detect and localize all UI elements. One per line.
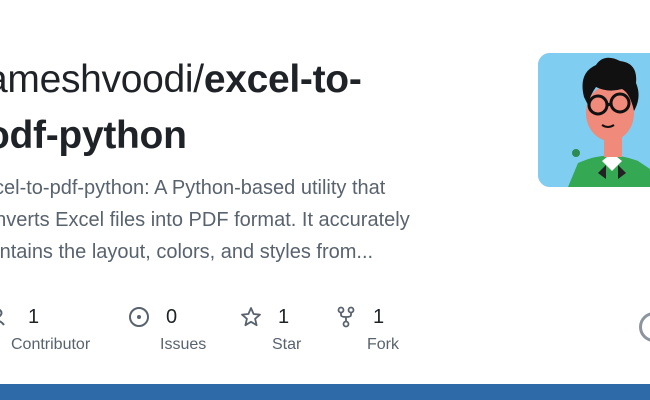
stat-contributors[interactable]: 1 Contributor — [0, 300, 90, 354]
avatar-illustration — [538, 53, 650, 187]
fork-icon — [335, 306, 357, 328]
repo-description: xcel-to-pdf-python: A Python-based utili… — [0, 172, 484, 268]
forks-label: Fork — [367, 336, 399, 353]
description-line-3: aintains the layout, colors, and styles … — [0, 241, 374, 263]
repo-owner[interactable]: ameshvoodi/ — [0, 58, 204, 101]
stat-stars[interactable]: 1 Star — [240, 300, 301, 354]
people-icon — [0, 306, 12, 328]
contributors-count: 1 — [28, 305, 40, 328]
stat-issues[interactable]: 0 Issues — [128, 300, 206, 354]
language-bar — [0, 384, 650, 400]
stars-count: 1 — [278, 305, 290, 328]
owner-avatar[interactable] — [538, 53, 650, 187]
issue-icon — [128, 306, 150, 328]
contributors-label: Contributor — [11, 336, 91, 353]
issues-count: 0 — [166, 305, 178, 328]
repo-name-part1[interactable]: excel-to- — [204, 58, 362, 101]
issues-label: Issues — [160, 336, 207, 353]
stat-forks[interactable]: 1 Fork — [335, 300, 399, 354]
repo-name-part2[interactable]: odf-python — [0, 114, 187, 157]
description-line-1: xcel-to-pdf-python: A Python-based utili… — [0, 177, 386, 199]
repo-title: ameshvoodi/excel-to- odf-python — [0, 52, 486, 164]
forks-count: 1 — [373, 305, 385, 328]
stars-label: Star — [272, 336, 302, 353]
star-icon — [240, 306, 262, 328]
description-line-2: onverts Excel files into PDF format. It … — [0, 209, 410, 231]
github-logo-icon — [639, 312, 650, 342]
repo-stats: 1 Contributor 0 Issues 1 Star 1 Fork — [0, 300, 520, 360]
